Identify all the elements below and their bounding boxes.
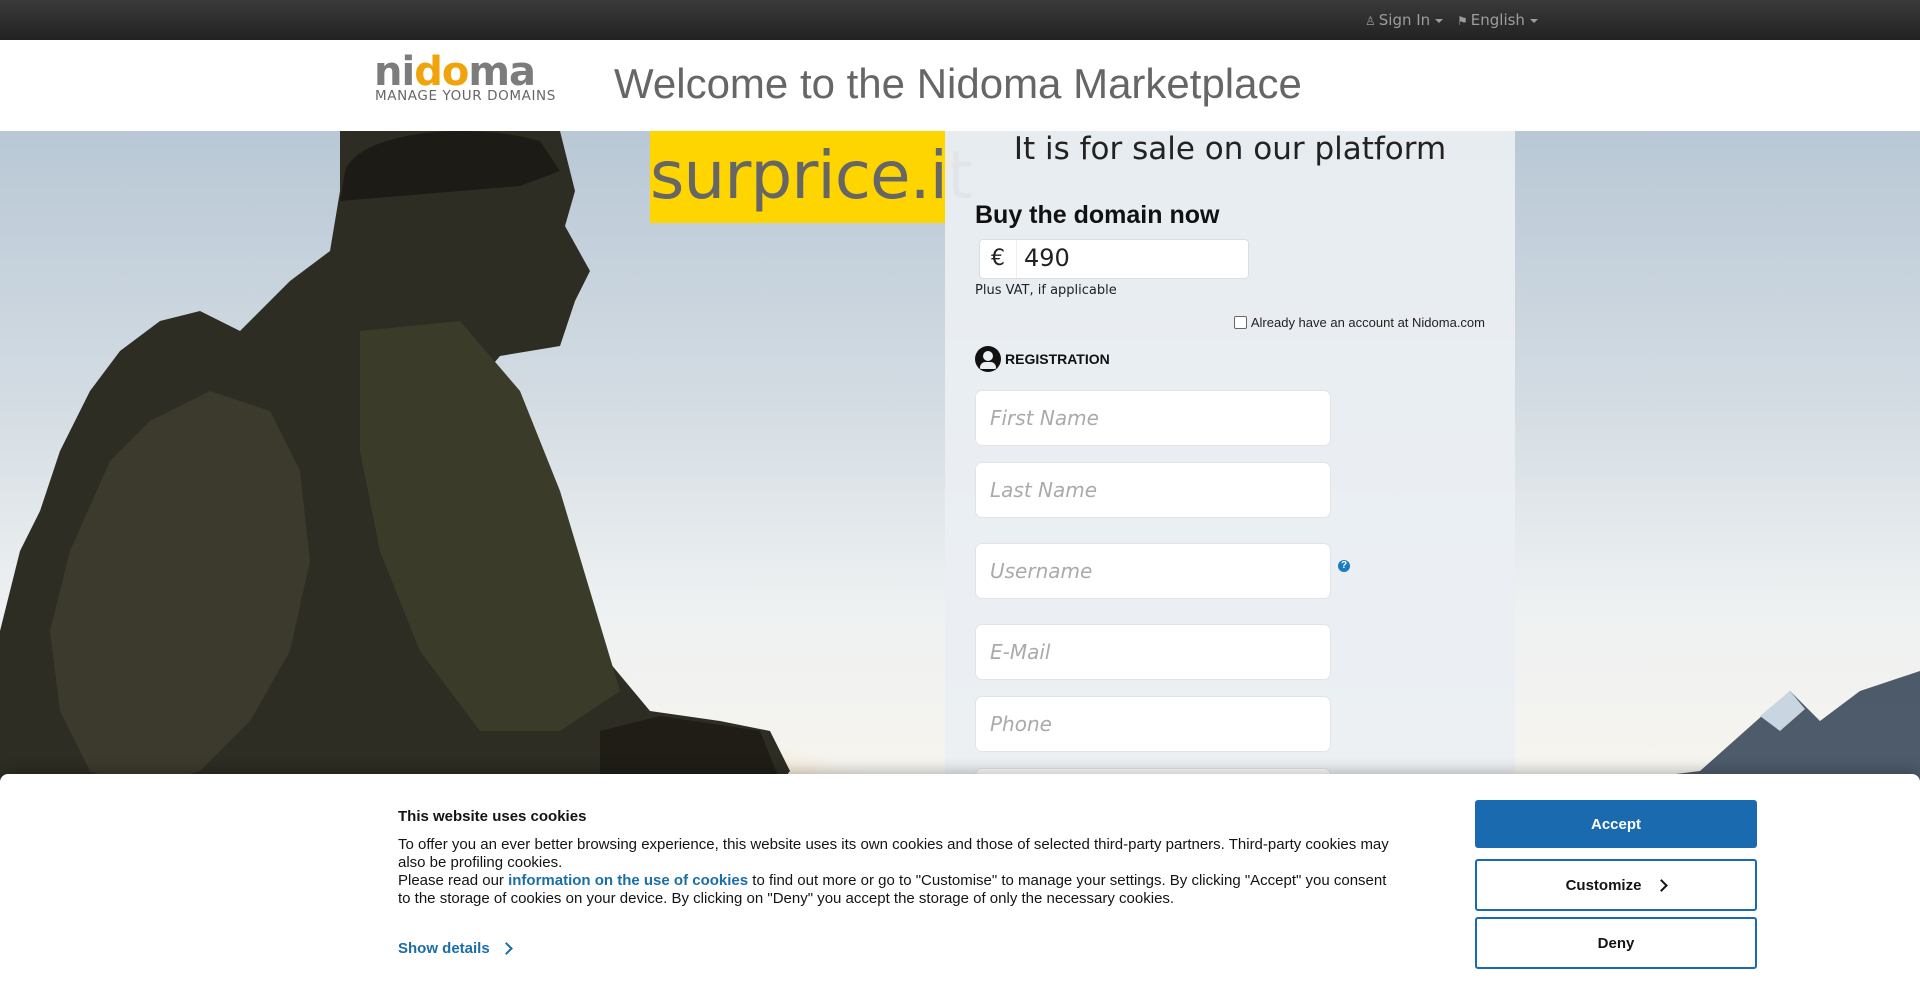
show-details-label: Show details [398,940,490,957]
accept-button[interactable]: Accept [1475,800,1757,848]
last-name-input[interactable] [976,463,1330,517]
page-title: Welcome to the Nidoma Marketplace [614,60,1302,107]
user-circle-icon [975,346,1001,372]
first-name-field[interactable] [975,390,1331,446]
cookie-consent-banner: This website uses cookies To offer you a… [0,774,1920,993]
top-navbar: ♙ Sign In ⚑ English [0,0,1920,41]
price-input-group: € [979,239,1250,279]
user-icon: ♙ [1365,14,1376,28]
chevron-right-icon [1655,878,1669,892]
phone-field[interactable] [975,696,1331,752]
registration-heading: REGISTRATION [975,346,1110,372]
for-sale-text: It is for sale on our platform [1013,131,1447,167]
chevron-right-icon [499,942,513,955]
show-details-link[interactable]: Show details [398,940,513,957]
cookie-info-link[interactable]: information on the use of cookies [508,872,748,889]
caret-down-icon [1529,18,1538,23]
currency-symbol: € [980,240,1017,278]
question-icon[interactable]: ? [1338,560,1350,572]
email-field[interactable] [975,624,1331,680]
existing-account-label: Already have an account at Nidoma.com [1250,315,1485,330]
existing-account-option[interactable]: Already have an account at Nidoma.com [1233,315,1485,330]
language-dropdown[interactable]: ⚑ English [1457,11,1538,29]
logo-tagline: MANAGE YOUR DOMAINS [375,88,556,104]
domain-name-banner: surprice.it [650,131,973,223]
customize-button[interactable]: Customize [1475,859,1757,911]
buy-heading: Buy the domain now [975,201,1220,229]
deny-button[interactable]: Deny [1475,917,1757,969]
phone-input[interactable] [976,697,1330,751]
existing-account-checkbox[interactable] [1233,316,1247,329]
nidoma-logo[interactable]: nidoma MANAGE YOUR DOMAINS [374,50,566,104]
cookie-description: To offer you an ever better browsing exp… [398,836,1398,908]
sign-in-dropdown[interactable]: ♙ Sign In [1365,11,1444,29]
domain-name: surprice.it [650,137,973,214]
last-name-field[interactable] [975,462,1331,518]
caret-down-icon [1435,18,1444,23]
language-label: English [1470,11,1525,29]
cookie-text-1: To offer you an ever better browsing exp… [398,836,1389,871]
first-name-input[interactable] [976,391,1330,445]
site-header: nidoma MANAGE YOUR DOMAINS Welcome to th… [0,40,1920,130]
username-input[interactable] [976,544,1330,598]
vat-note: Plus VAT, if applicable [975,283,1117,298]
registration-label: REGISTRATION [1005,351,1110,367]
cookie-text-2: Please read our information on the use o… [398,872,1387,907]
price-input[interactable] [1018,241,1250,275]
sign-in-label: Sign In [1378,11,1431,29]
cookie-title: This website uses cookies [398,808,587,825]
flag-icon: ⚑ [1457,14,1468,28]
username-field[interactable] [975,543,1331,599]
email-input[interactable] [976,625,1330,679]
